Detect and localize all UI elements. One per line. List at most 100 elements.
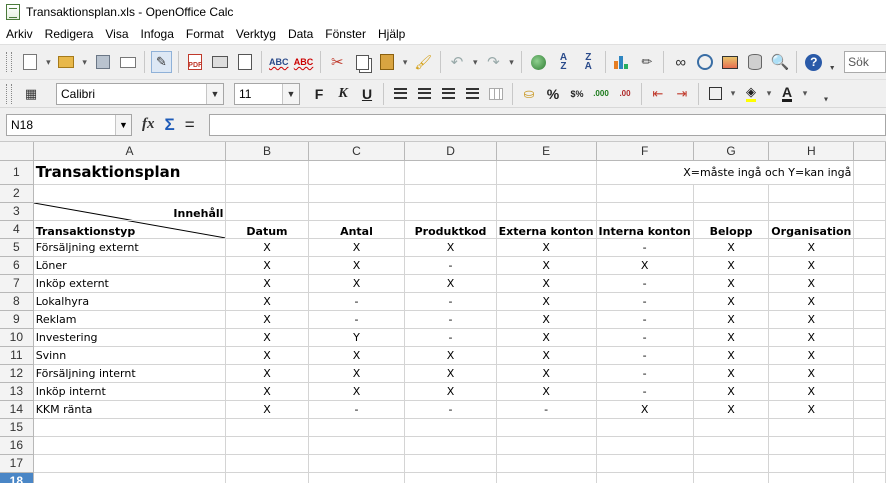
font-name-select[interactable]: Calibri ▼ [56,82,224,105]
cell[interactable] [308,472,406,483]
value-cell[interactable]: X [496,346,597,365]
value-cell[interactable]: X [496,256,597,275]
column-header-a[interactable]: A [33,142,227,161]
cell[interactable] [853,382,886,401]
value-cell[interactable]: X [768,274,855,293]
cell[interactable] [404,472,497,483]
cell[interactable] [225,418,309,437]
value-cell[interactable]: - [596,292,694,311]
cell[interactable] [853,220,886,239]
cell[interactable] [496,184,597,203]
find-replace-button[interactable]: ∞ [670,51,691,73]
cell[interactable] [853,328,886,347]
cell[interactable] [693,418,770,437]
cell[interactable] [33,454,227,473]
value-cell[interactable]: - [404,400,497,419]
column-header-b[interactable]: B [225,142,309,161]
row-header[interactable]: 5 [0,238,34,257]
value-cell[interactable]: X [225,292,309,311]
value-cell[interactable]: X [768,238,855,257]
clone-formatting-button[interactable]: 🖌 [413,51,434,73]
cell[interactable] [853,436,886,455]
background-color-button[interactable]: ◈ [740,83,762,105]
cell[interactable] [596,184,694,203]
legend-note-cell[interactable]: X=måste ingå och Y=kan ingå [596,160,855,185]
corner-header-bottom-cell[interactable]: Transaktionstyp [32,220,227,239]
cell[interactable] [33,436,227,455]
column-header-h[interactable]: H [768,142,855,161]
value-cell[interactable]: X [693,346,770,365]
cell[interactable] [596,454,694,473]
row-header[interactable]: 15 [0,418,34,437]
value-cell[interactable]: X [596,256,694,275]
header-cell-top[interactable] [495,201,597,221]
row-header[interactable]: 14 [0,400,34,419]
header-cell-top[interactable] [307,201,406,221]
row-header[interactable]: 16 [0,436,34,455]
undo-button[interactable]: ↶ [447,51,468,73]
value-cell[interactable]: - [404,256,497,275]
decrease-indent-button[interactable]: ⇤ [647,83,669,105]
value-cell[interactable]: X [225,382,309,401]
styles-button[interactable]: ▦ [20,83,42,105]
open-button[interactable] [56,51,77,73]
value-cell[interactable]: X [225,400,309,419]
sort-ascending-button[interactable]: AZ [553,51,574,73]
value-cell[interactable]: X [496,238,597,257]
percent-format-button[interactable]: % [542,83,564,105]
cell[interactable] [596,436,694,455]
sum-button[interactable]: Σ [165,115,175,135]
column-header-e[interactable]: E [496,142,597,161]
cell[interactable] [496,436,597,455]
menu-fonster[interactable]: Fönster [319,24,372,44]
name-box[interactable]: N18 ▼ [6,113,132,136]
formula-input[interactable] [208,113,886,136]
row-header[interactable]: 17 [0,454,34,473]
column-title-belopp[interactable]: Belopp [692,220,770,239]
draw-functions-button[interactable]: ✏ [636,51,657,73]
corner-header-top-cell[interactable]: Innehåll [32,201,227,221]
zoom-button[interactable]: 🔍 [770,51,791,73]
bold-button[interactable]: F [308,83,330,105]
copy-button[interactable] [352,51,373,73]
column-title-antal[interactable]: Antal [307,220,406,239]
value-cell[interactable]: X [693,328,770,347]
toolbar-overflow-button[interactable] [827,51,837,73]
column-header-i[interactable] [853,142,886,161]
menu-redigera[interactable]: Redigera [39,24,100,44]
cell[interactable] [404,418,497,437]
row-header[interactable]: 3 [0,202,34,221]
cell[interactable] [853,256,886,275]
value-cell[interactable]: X [768,364,855,383]
cell[interactable] [404,436,497,455]
transaction-type-cell[interactable]: Svinn [33,346,227,365]
cell[interactable] [496,454,597,473]
value-cell[interactable]: X [768,310,855,329]
currency-format-button[interactable]: ⛀ [518,83,540,105]
menu-arkiv[interactable]: Arkiv [0,24,39,44]
row-header[interactable]: 12 [0,364,34,383]
autospellcheck-button[interactable]: ABC [293,51,314,73]
cell[interactable] [768,472,855,483]
header-cell-top[interactable] [404,201,497,221]
transaction-type-cell[interactable]: KKM ränta [33,400,227,419]
column-header-c[interactable]: C [308,142,406,161]
value-cell[interactable]: - [596,238,694,257]
value-cell[interactable]: - [404,310,497,329]
value-cell[interactable]: X [693,274,770,293]
value-cell[interactable]: X [308,364,406,383]
cell[interactable] [768,454,855,473]
search-input[interactable]: Sök [844,51,886,73]
transaction-type-cell[interactable]: Försäljning externt [33,238,227,257]
header-cell-top[interactable] [768,201,855,221]
value-cell[interactable]: X [225,346,309,365]
align-right-button[interactable] [437,83,459,105]
cell[interactable] [853,274,886,293]
value-cell[interactable]: X [693,310,770,329]
cell[interactable] [693,436,770,455]
value-cell[interactable]: X [225,328,309,347]
transaction-type-cell[interactable]: Investering [33,328,227,347]
cell[interactable] [853,346,886,365]
value-cell[interactable]: X [308,382,406,401]
underline-button[interactable]: U [356,83,378,105]
